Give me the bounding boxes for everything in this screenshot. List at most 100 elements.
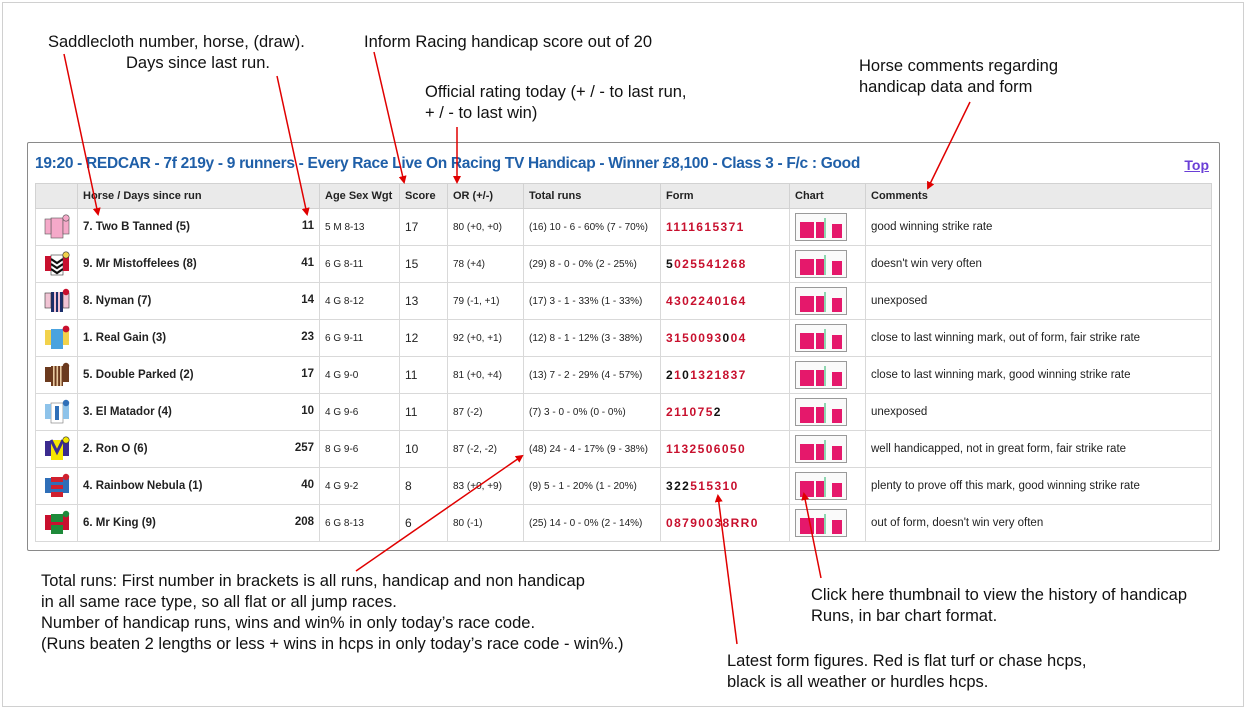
horse-name[interactable]: 1. Real Gain (3) [83, 332, 166, 344]
chart-cell [789, 356, 866, 394]
form-figures: 4302240164 [660, 282, 790, 320]
jockey-silk-icon [44, 436, 69, 460]
handicap-score: 13 [399, 282, 448, 320]
horse-comment: out of form, doesn't win very often [865, 504, 1212, 542]
age-sex-weight: 6 G 8-11 [319, 245, 400, 283]
form-figures: 2110752 [660, 393, 790, 431]
official-rating: 87 (-2, -2) [447, 430, 524, 468]
horse-comment: good winning strike rate [865, 208, 1212, 246]
runner-row: 3. El Matador (4) 10 4 G 9-6 11 87 (-2) … [35, 393, 1212, 431]
total-runs: (25) 14 - 0 - 0% (2 - 14%) [523, 504, 661, 542]
column-header-chart: Chart [789, 183, 866, 209]
chart-thumbnail[interactable] [795, 361, 847, 389]
annotation-saddlecloth: Saddlecloth number, horse, (draw). Days … [48, 32, 305, 74]
silk-cell [35, 504, 78, 542]
age-sex-weight: 4 G 9-0 [319, 356, 400, 394]
chart-thumbnail[interactable] [795, 435, 847, 463]
runner-row: 6. Mr King (9) 208 6 G 8-13 6 80 (-1) (2… [35, 504, 1212, 542]
column-header-form: Form [660, 183, 790, 209]
age-sex-weight: 4 G 9-6 [319, 393, 400, 431]
days-since-run: 41 [301, 257, 314, 269]
horse-cell: 1. Real Gain (3) 23 [77, 319, 320, 357]
chart-cell [789, 430, 866, 468]
chart-cell [789, 504, 866, 542]
horse-cell: 3. El Matador (4) 10 [77, 393, 320, 431]
days-since-run: 11 [301, 220, 314, 232]
days-since-run: 23 [301, 331, 314, 343]
form-segment-red: 1111615371 [666, 220, 745, 234]
annotation-official-rating: Official rating today (+ / - to last run… [425, 82, 687, 124]
annotation-line: in all same race type, so all flat or al… [41, 593, 397, 611]
jockey-silk-icon [44, 251, 69, 276]
form-segment-red: 515310 [690, 479, 739, 493]
age-sex-weight: 6 G 9-11 [319, 319, 400, 357]
days-since-run: 40 [301, 479, 314, 491]
jockey-silk-icon [44, 510, 69, 534]
horse-cell: 5. Double Parked (2) 17 [77, 356, 320, 394]
horse-name[interactable]: 2. Ron O (6) [83, 443, 148, 455]
table-header-row: Horse / Days since run Age Sex Wgt Score… [35, 183, 1212, 209]
annotation-line: Runs, in bar chart format. [811, 607, 998, 625]
jockey-silk-icon [44, 288, 69, 312]
chart-thumbnail[interactable] [795, 398, 847, 426]
form-segment-black: 322 [666, 479, 691, 493]
horse-comment: doesn't win very often [865, 245, 1212, 283]
horse-name[interactable]: 7. Two B Tanned (5) [83, 221, 190, 233]
annotation-form-figures: Latest form figures. Red is flat turf or… [727, 651, 1087, 693]
days-since-run: 10 [301, 405, 314, 417]
chart-thumbnail[interactable] [795, 213, 847, 241]
annotation-inform-score: Inform Racing handicap score out of 20 [364, 32, 652, 53]
silk-cell [35, 467, 78, 505]
jockey-silk-icon [44, 362, 69, 386]
annotation-line: + / - to last win) [425, 104, 538, 122]
horse-cell: 7. Two B Tanned (5) 11 [77, 208, 320, 246]
chart-thumbnail[interactable] [795, 287, 847, 315]
column-header-total-runs: Total runs [523, 183, 661, 209]
horse-comment: well handicapped, not in great form, fai… [865, 430, 1212, 468]
silk-cell [35, 319, 78, 357]
form-figures: 08790038RR0 [660, 504, 790, 542]
chart-thumbnail[interactable] [795, 250, 847, 278]
form-segment-black: 0 [722, 331, 731, 345]
handicap-score: 11 [399, 356, 448, 394]
horse-name[interactable]: 3. El Matador (4) [83, 406, 172, 418]
silk-cell [35, 393, 78, 431]
column-header-or: OR (+/-) [447, 183, 524, 209]
chart-thumbnail[interactable] [795, 509, 847, 537]
official-rating: 87 (-2) [447, 393, 524, 431]
form-segment-red: 4302240164 [666, 294, 747, 308]
form-figures: 5025541268 [660, 245, 790, 283]
horse-name[interactable]: 9. Mr Mistoffelees (8) [83, 258, 197, 270]
horse-cell: 9. Mr Mistoffelees (8) 41 [77, 245, 320, 283]
runners-table: Horse / Days since run Age Sex Wgt Score… [35, 183, 1212, 542]
chart-thumbnail[interactable] [795, 472, 847, 500]
horse-cell: 2. Ron O (6) 257 [77, 430, 320, 468]
chart-cell [789, 467, 866, 505]
total-runs: (7) 3 - 0 - 0% (0 - 0%) [523, 393, 661, 431]
silk-cell [35, 356, 78, 394]
form-figures: 322515310 [660, 467, 790, 505]
age-sex-weight: 5 M 8-13 [319, 208, 400, 246]
horse-name[interactable]: 5. Double Parked (2) [83, 369, 194, 381]
official-rating: 81 (+0, +4) [447, 356, 524, 394]
annotation-line: Total runs: First number in brackets is … [41, 572, 585, 590]
horse-name[interactable]: 4. Rainbow Nebula (1) [83, 480, 203, 492]
handicap-score: 6 [399, 504, 448, 542]
silk-cell [35, 282, 78, 320]
horse-name[interactable]: 8. Nyman (7) [83, 295, 151, 307]
chart-thumbnail[interactable] [795, 324, 847, 352]
top-link[interactable]: Top [1184, 157, 1209, 173]
form-figures: 2101321837 [660, 356, 790, 394]
age-sex-weight: 6 G 8-13 [319, 504, 400, 542]
form-figures: 1111615371 [660, 208, 790, 246]
runner-row: 7. Two B Tanned (5) 11 5 M 8-13 17 80 (+… [35, 208, 1212, 246]
form-segment-red: 1132506050 [666, 442, 747, 456]
jockey-silk-icon [44, 325, 69, 349]
days-since-run: 208 [294, 516, 314, 528]
age-sex-weight: 4 G 8-12 [319, 282, 400, 320]
total-runs: (29) 8 - 0 - 0% (2 - 25%) [523, 245, 661, 283]
horse-name[interactable]: 6. Mr King (9) [83, 517, 156, 529]
handicap-score: 15 [399, 245, 448, 283]
official-rating: 92 (+0, +1) [447, 319, 524, 357]
total-runs: (17) 3 - 1 - 33% (1 - 33%) [523, 282, 661, 320]
